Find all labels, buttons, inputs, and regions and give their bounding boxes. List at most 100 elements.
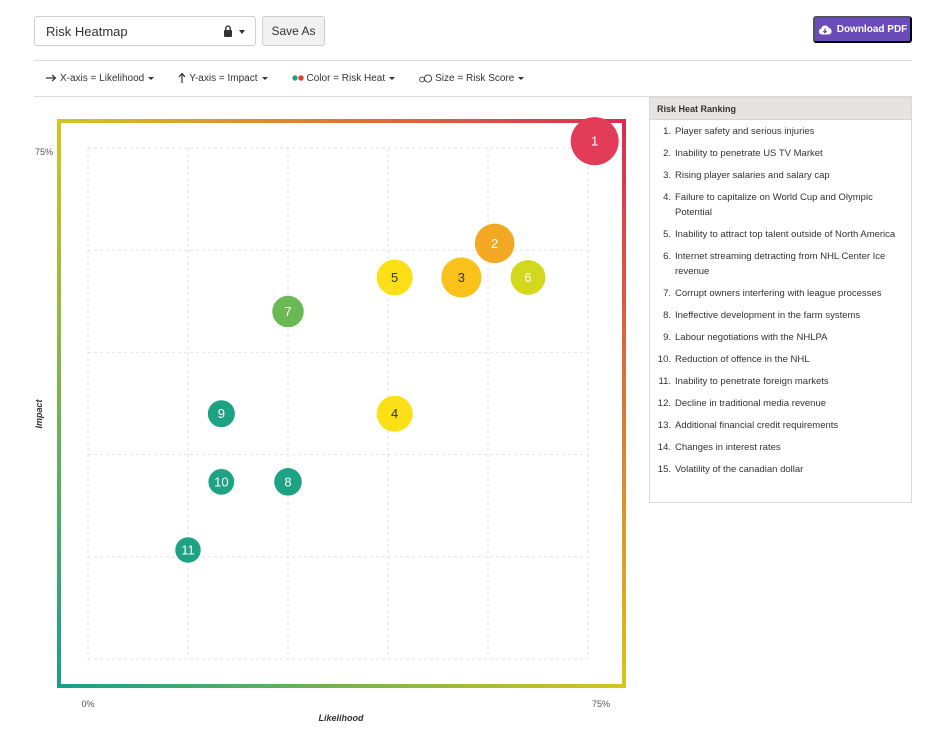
bubble-label: 2 bbox=[491, 236, 498, 251]
bubble-label: 4 bbox=[391, 406, 398, 421]
ranking-item-label: Reduction of offence in the NHL bbox=[675, 354, 810, 365]
ranking-item-number: 10. bbox=[657, 354, 671, 365]
bubble-label: 6 bbox=[524, 270, 531, 285]
ranking-item-label: Player safety and serious injuries bbox=[675, 126, 815, 137]
bubble-label: 8 bbox=[284, 474, 291, 489]
ranking-item[interactable]: 13. Additional financial credit requireme… bbox=[650, 418, 911, 440]
risk-bubble[interactable]: 4 bbox=[376, 395, 413, 432]
bubble-label: 9 bbox=[218, 406, 225, 421]
risk-bubble[interactable]: 8 bbox=[274, 468, 302, 496]
download-pdf-button[interactable]: Download PDF bbox=[813, 16, 912, 43]
ranking-item-label: Rising player salaries and salary cap bbox=[675, 170, 830, 181]
ranking-item-label: Inability to penetrate foreign markets bbox=[675, 376, 829, 387]
ranking-item[interactable]: 1. Player safety and serious injuries bbox=[650, 124, 911, 146]
risk-bubble[interactable]: 5 bbox=[376, 259, 413, 296]
color-label: Color = Risk Heat bbox=[306, 72, 386, 84]
ranking-item-label: Corrupt owners interfering with league p… bbox=[675, 288, 882, 299]
ranking-item-label: Decline in traditional media revenue bbox=[675, 398, 827, 409]
divider bbox=[34, 60, 912, 61]
ranking-item[interactable]: 4. Failure to capitalize on World Cup and… bbox=[650, 190, 911, 227]
y-axis-title: Impact bbox=[34, 398, 44, 428]
ranking-item-label: Inability to attract top talent outside … bbox=[675, 229, 896, 240]
size-circles-icon bbox=[419, 73, 433, 83]
gradient-frame bbox=[57, 119, 626, 688]
ranking-item[interactable]: 7. Corrupt owners interfering with league… bbox=[650, 286, 911, 308]
risk-bubble[interactable]: 2 bbox=[474, 223, 515, 264]
ranking-item-label: Labour negotiations with the NHLPA bbox=[675, 332, 828, 343]
chevron-down-icon bbox=[261, 76, 268, 80]
view-select[interactable]: Risk Heatmap bbox=[34, 16, 256, 46]
bubbles: 1 2 3 4 5 6 7 8 9 10 11 bbox=[175, 117, 619, 563]
chevron-down-icon bbox=[518, 76, 525, 80]
ranking-list: 1. Player safety and serious injuries 2. In… bbox=[650, 120, 911, 484]
chevron-down-icon bbox=[148, 76, 155, 80]
x-tick-label: 0% bbox=[81, 699, 94, 709]
ranking-item-number: 3. bbox=[663, 170, 671, 181]
x-axis-dropdown[interactable]: X-axis = Likelihood bbox=[46, 72, 155, 84]
ranking-item[interactable]: 14. Changes in interest rates bbox=[650, 440, 911, 462]
ranking-item-number: 13. bbox=[657, 420, 671, 431]
color-dropdown[interactable]: Color = Risk Heat bbox=[291, 72, 396, 84]
chevron-down-icon bbox=[389, 76, 396, 80]
ranking-item[interactable]: 6. Internet streaming detracting from NHL… bbox=[650, 249, 911, 286]
x-axis-label: X-axis = Likelihood bbox=[60, 72, 145, 84]
ranking-item-number: 2. bbox=[663, 148, 671, 159]
risk-bubble[interactable]: 9 bbox=[207, 400, 235, 428]
ranking-item[interactable]: 3. Rising player salaries and salary cap bbox=[650, 168, 911, 190]
ranking-item[interactable]: 9. Labour negotiations with the NHLPA bbox=[650, 330, 911, 352]
ranking-item-label: Failure to capitalize on World Cup and O… bbox=[675, 192, 873, 218]
ranking-item-number: 1. bbox=[663, 126, 671, 137]
y-axis-dropdown[interactable]: Y-axis = Impact bbox=[178, 72, 268, 84]
risk-bubble[interactable]: 7 bbox=[272, 295, 304, 328]
y-axis-label: Y-axis = Impact bbox=[189, 72, 258, 84]
ranking-item-number: 6. bbox=[663, 251, 671, 262]
ranking-item[interactable]: 2. Inability to penetrate US TV Market bbox=[650, 146, 911, 168]
arrow-right-icon bbox=[46, 74, 57, 82]
ranking-item-number: 11. bbox=[658, 376, 671, 387]
ranking-item-label: Additional financial credit requirements bbox=[675, 420, 839, 431]
ranking-item-number: 14. bbox=[657, 442, 671, 453]
ranking-item[interactable]: 5. Inability to attract top talent outsid… bbox=[650, 227, 911, 249]
color-dots-icon bbox=[291, 75, 304, 81]
bubble-label: 7 bbox=[284, 304, 291, 319]
ranking-item[interactable]: 12. Decline in traditional media revenue bbox=[650, 396, 911, 418]
ranking-item-label: Changes in interest rates bbox=[675, 442, 781, 453]
download-pdf-label: Download PDF bbox=[836, 24, 908, 35]
ranking-item[interactable]: 15. Volatility of the canadian dollar bbox=[650, 462, 911, 484]
ranking-item-label: Ineffective development in the farm syst… bbox=[675, 310, 861, 321]
ranking-item-number: 12. bbox=[657, 398, 671, 409]
ranking-item-label: Internet streaming detracting from NHL C… bbox=[675, 251, 886, 277]
ranking-item[interactable]: 11. Inability to penetrate foreign market… bbox=[650, 374, 911, 396]
risk-bubble[interactable]: 1 bbox=[570, 117, 619, 166]
chevron-down-icon bbox=[239, 30, 245, 34]
bubble-label: 3 bbox=[458, 270, 465, 285]
risk-heat-ranking-panel: Risk Heat Ranking 1. Player safety and se… bbox=[649, 97, 912, 503]
ranking-item-label: Inability to penetrate US TV Market bbox=[675, 148, 823, 159]
ranking-item-number: 8. bbox=[663, 310, 671, 321]
size-dropdown[interactable]: Size = Risk Score bbox=[419, 72, 525, 84]
risk-bubble[interactable]: 10 bbox=[208, 468, 235, 495]
ranking-title: Risk Heat Ranking bbox=[650, 98, 911, 120]
ranking-item-number: 4. bbox=[663, 192, 671, 203]
size-label: Size = Risk Score bbox=[435, 72, 515, 84]
bubble-label: 5 bbox=[391, 270, 398, 285]
risk-bubble[interactable]: 3 bbox=[441, 257, 482, 298]
view-name: Risk Heatmap bbox=[46, 23, 128, 39]
cloud-download-icon bbox=[818, 25, 832, 35]
arrow-up-icon bbox=[178, 73, 186, 83]
risk-heatmap-chart: 1 2 3 4 5 6 7 8 9 10 11 75% 0% 75% Likelihood Impa… bbox=[34, 117, 626, 723]
ranking-item[interactable]: 10. Reduction of offence in the NHL bbox=[650, 352, 911, 374]
save-as-button[interactable]: Save As bbox=[262, 16, 325, 46]
bubble-label: 11 bbox=[181, 542, 195, 557]
risk-bubble[interactable]: 11 bbox=[175, 537, 201, 563]
x-axis-title: Likelihood bbox=[319, 713, 365, 723]
ranking-item-number: 7. bbox=[663, 288, 671, 299]
lock-icon bbox=[224, 25, 232, 37]
chart-controls: X-axis = Likelihood Y-axis = Impact Colo… bbox=[46, 71, 548, 85]
ranking-item[interactable]: 8. Ineffective development in the farm sy… bbox=[650, 308, 911, 330]
ranking-item-label: Volatility of the canadian dollar bbox=[675, 464, 804, 475]
gridlines bbox=[87, 147, 589, 660]
bubble-label: 10 bbox=[214, 474, 228, 489]
bubble-label: 1 bbox=[591, 134, 598, 149]
risk-bubble[interactable]: 6 bbox=[510, 260, 546, 295]
